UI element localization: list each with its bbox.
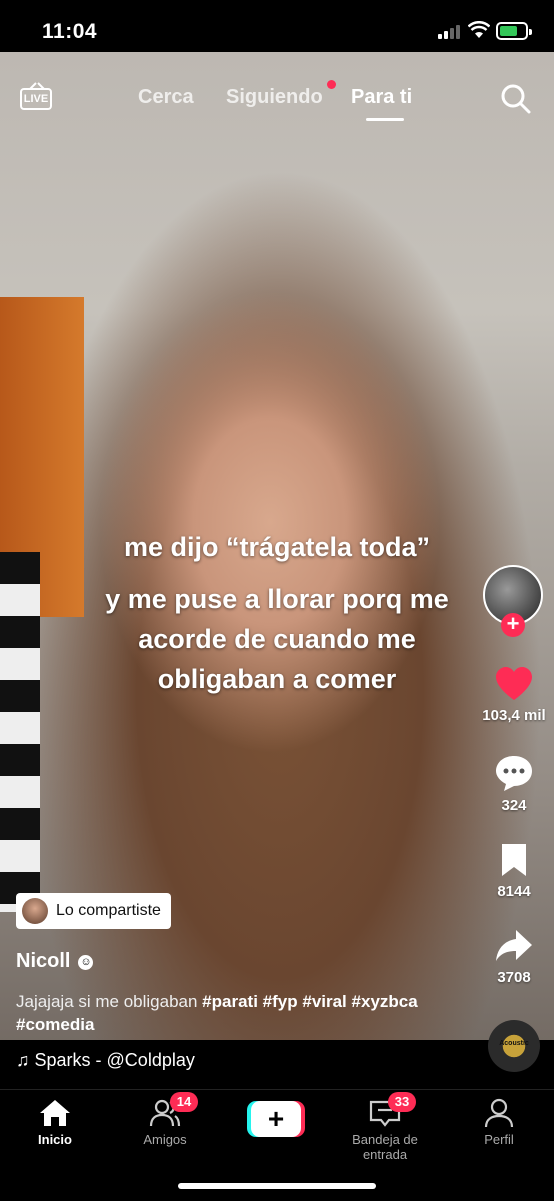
hashtag-viral[interactable]: #viral bbox=[302, 992, 346, 1011]
tab-cerca[interactable]: Cerca bbox=[138, 86, 194, 109]
follow-button[interactable]: + bbox=[501, 613, 525, 637]
nav-bandeja[interactable]: Bandeja de entrada 33 bbox=[330, 1092, 440, 1162]
top-nav: LIVE Cerca Siguiendo Para ti bbox=[0, 80, 554, 130]
author-name-row[interactable]: Nicoll ☺ bbox=[16, 950, 94, 973]
comment-count: 324 bbox=[501, 797, 527, 814]
caption-text: Jajajaja si me obligaban bbox=[16, 992, 203, 1011]
tab-siguiendo[interactable]: Siguiendo bbox=[226, 86, 323, 109]
nav-perfil-label: Perfil bbox=[484, 1132, 514, 1147]
shared-badge-label: Lo compartiste bbox=[56, 902, 161, 919]
hashtag-comedia[interactable]: #comedia bbox=[16, 1015, 94, 1034]
hashtag-fyp[interactable]: #fyp bbox=[263, 992, 298, 1011]
signal-icon bbox=[438, 23, 464, 39]
music-row[interactable]: ♫ Sparks - @Coldplay bbox=[16, 1050, 195, 1071]
nav-perfil[interactable]: Perfil bbox=[444, 1098, 554, 1147]
status-bar: 11:04 bbox=[0, 0, 554, 52]
video-text-line-3: acorde de cuando me bbox=[138, 624, 416, 654]
like-button[interactable]: 103,4 mil bbox=[474, 666, 554, 724]
plus-icon: + bbox=[251, 1101, 301, 1137]
nav-bandeja-label: Bandeja de entrada bbox=[352, 1132, 418, 1162]
share-count: 3708 bbox=[497, 969, 531, 986]
music-bar[interactable]: ♫ Sparks - @Coldplay bbox=[0, 1040, 554, 1089]
live-icon[interactable]: LIVE bbox=[20, 82, 54, 112]
video-text-line-1: me dijo “trágatela toda” bbox=[123, 532, 431, 562]
home-icon bbox=[40, 1100, 70, 1126]
shared-avatar bbox=[22, 898, 48, 924]
siguiendo-notification-dot bbox=[327, 80, 336, 89]
battery-icon bbox=[496, 22, 532, 40]
nav-inicio-label: Inicio bbox=[38, 1132, 72, 1147]
smiley-icon: ☺ bbox=[78, 955, 94, 970]
profile-icon bbox=[484, 1098, 514, 1128]
nav-amigos[interactable]: Amigos 14 bbox=[110, 1092, 220, 1147]
like-count: 103,4 mil bbox=[482, 707, 546, 724]
creator-avatar[interactable]: + bbox=[483, 565, 543, 637]
wifi-icon bbox=[468, 21, 490, 38]
hashtag-xyzbca[interactable]: #xyzbca bbox=[352, 992, 418, 1011]
create-button[interactable]: + bbox=[247, 1101, 305, 1137]
tab-para-ti[interactable]: Para ti bbox=[351, 86, 412, 109]
music-title: Sparks - @Coldplay bbox=[34, 1050, 195, 1070]
caption[interactable]: Jajajaja si me obligaban #parati #fyp #v… bbox=[16, 990, 466, 1036]
hashtag-parati[interactable]: #parati bbox=[202, 992, 258, 1011]
save-count: 8144 bbox=[497, 883, 531, 900]
shared-badge[interactable]: Lo compartiste bbox=[16, 893, 171, 929]
music-disc[interactable]: Acoustic bbox=[488, 1020, 540, 1072]
home-indicator bbox=[178, 1183, 376, 1189]
video-text-line-2: y me puse a llorar porq me bbox=[105, 584, 449, 614]
active-tab-indicator bbox=[366, 118, 404, 121]
search-icon[interactable] bbox=[500, 83, 532, 115]
save-button[interactable]: 8144 bbox=[474, 842, 554, 900]
nav-amigos-label: Amigos bbox=[143, 1132, 187, 1147]
video-player[interactable] bbox=[0, 52, 554, 1089]
disc-label: Acoustic bbox=[499, 1040, 529, 1047]
share-arrow-icon bbox=[496, 930, 532, 961]
music-note-icon: ♫ bbox=[16, 1050, 30, 1070]
status-time: 11:04 bbox=[42, 20, 98, 43]
nav-inicio[interactable]: Inicio bbox=[0, 1098, 110, 1147]
video-text-line-4: obligaban a comer bbox=[157, 664, 397, 694]
share-button[interactable]: 3708 bbox=[474, 928, 554, 986]
author-name[interactable]: Nicoll bbox=[16, 950, 70, 972]
comment-button[interactable]: 324 bbox=[474, 754, 554, 814]
amigos-badge: 14 bbox=[170, 1092, 198, 1112]
live-label: LIVE bbox=[20, 88, 52, 110]
comment-icon bbox=[496, 756, 532, 791]
inbox-badge: 33 bbox=[388, 1092, 416, 1112]
heart-icon bbox=[496, 667, 532, 700]
bookmark-icon bbox=[502, 844, 526, 876]
